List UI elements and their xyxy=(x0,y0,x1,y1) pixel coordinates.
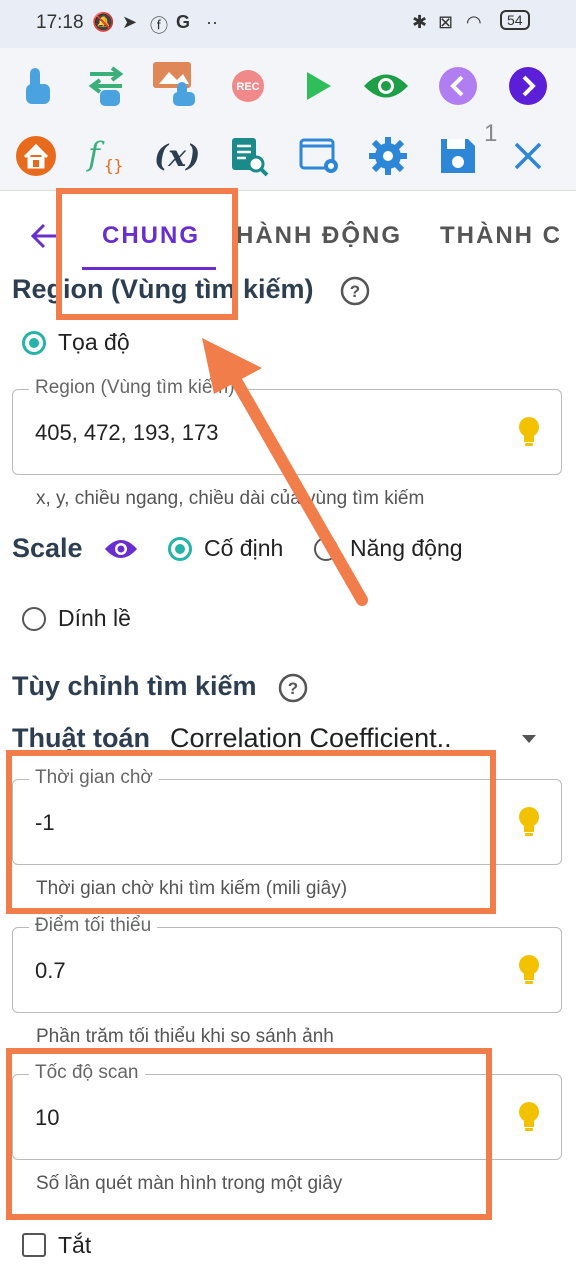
off-checkbox-label: Tắt xyxy=(58,1232,92,1258)
eye-icon[interactable] xyxy=(360,60,412,112)
bluetooth-icon: ✱ xyxy=(412,12,428,32)
battery-icon: 54 xyxy=(500,10,530,30)
settings-gear-icon[interactable] xyxy=(362,130,414,182)
off-checkbox[interactable] xyxy=(22,1233,46,1257)
google-icon: G xyxy=(176,12,191,32)
tab-thanh-cong[interactable]: THÀNH C xyxy=(440,222,562,250)
fixed-radio[interactable] xyxy=(168,537,192,561)
lightbulb-icon[interactable] xyxy=(517,1101,541,1138)
coordinates-label: Tọa độ xyxy=(58,329,130,355)
toolbar: REC 1 f{} (x) xyxy=(0,48,576,190)
edge-label: Dính lề xyxy=(58,605,131,631)
sim-icon: ⊠ xyxy=(438,12,454,32)
min-score-helper: Phần trăm tối thiểu khi so sánh ảnh xyxy=(36,1026,334,1047)
status-bar: 17:18 🔕 ➤ ⓕ G ·· ✱ ⊠ ◠ 54 xyxy=(0,0,576,48)
svg-text:{}: {} xyxy=(104,156,123,175)
svg-text:?: ? xyxy=(350,282,360,301)
swipe-icon[interactable] xyxy=(80,60,132,112)
min-score-label: Điểm tối thiểu xyxy=(29,915,158,937)
wifi-icon: ◠ xyxy=(466,12,482,32)
window-settings-icon[interactable] xyxy=(294,130,346,182)
lightbulb-icon[interactable] xyxy=(517,806,541,843)
svg-text:f: f xyxy=(86,135,105,173)
highlight-box xyxy=(6,750,496,914)
page-number: 1 xyxy=(484,120,498,147)
eye-preview-icon[interactable] xyxy=(104,537,138,566)
scale-title: Scale xyxy=(12,533,83,563)
svg-text:?: ? xyxy=(288,679,298,698)
facebook-icon: ⓕ xyxy=(150,16,168,36)
play-icon[interactable] xyxy=(292,60,344,112)
min-score-field[interactable]: Điểm tối thiểu 0.7 xyxy=(12,915,562,1013)
variable-icon[interactable]: (x) xyxy=(150,130,206,182)
log-search-icon[interactable] xyxy=(222,130,274,182)
dropdown-arrow-icon[interactable] xyxy=(520,732,538,750)
help-icon[interactable]: ? xyxy=(278,673,308,708)
annotation-arrow xyxy=(202,338,368,606)
touch-icon[interactable] xyxy=(10,60,62,112)
search-settings-title: Tùy chỉnh tìm kiếm xyxy=(12,671,257,701)
highlight-box xyxy=(6,1048,492,1220)
record-icon[interactable]: REC xyxy=(222,60,274,112)
image-touch-icon[interactable] xyxy=(150,58,202,110)
coordinates-radio[interactable] xyxy=(22,331,46,355)
function-icon[interactable]: f{} xyxy=(82,130,134,182)
telegram-icon: ➤ xyxy=(122,12,138,32)
lightbulb-icon[interactable] xyxy=(517,416,541,453)
close-icon[interactable] xyxy=(502,130,554,182)
next-page-button[interactable] xyxy=(502,60,554,112)
mute-icon: 🔕 xyxy=(92,12,115,32)
previous-page-button[interactable] xyxy=(432,60,484,112)
save-icon[interactable] xyxy=(432,130,484,182)
min-score-value[interactable]: 0.7 xyxy=(35,958,66,984)
tab-hanh-dong[interactable]: HÀNH ĐỘNG xyxy=(236,222,402,250)
status-time: 17:18 xyxy=(36,12,84,33)
edge-radio[interactable] xyxy=(22,607,46,631)
lightbulb-icon[interactable] xyxy=(517,954,541,991)
home-icon[interactable] xyxy=(10,130,62,182)
svg-text:(x): (x) xyxy=(154,139,200,174)
svg-text:REC: REC xyxy=(236,81,259,93)
help-icon[interactable]: ? xyxy=(340,276,370,311)
more-notifications-icon: ·· xyxy=(206,12,218,32)
highlight-box xyxy=(56,188,238,320)
